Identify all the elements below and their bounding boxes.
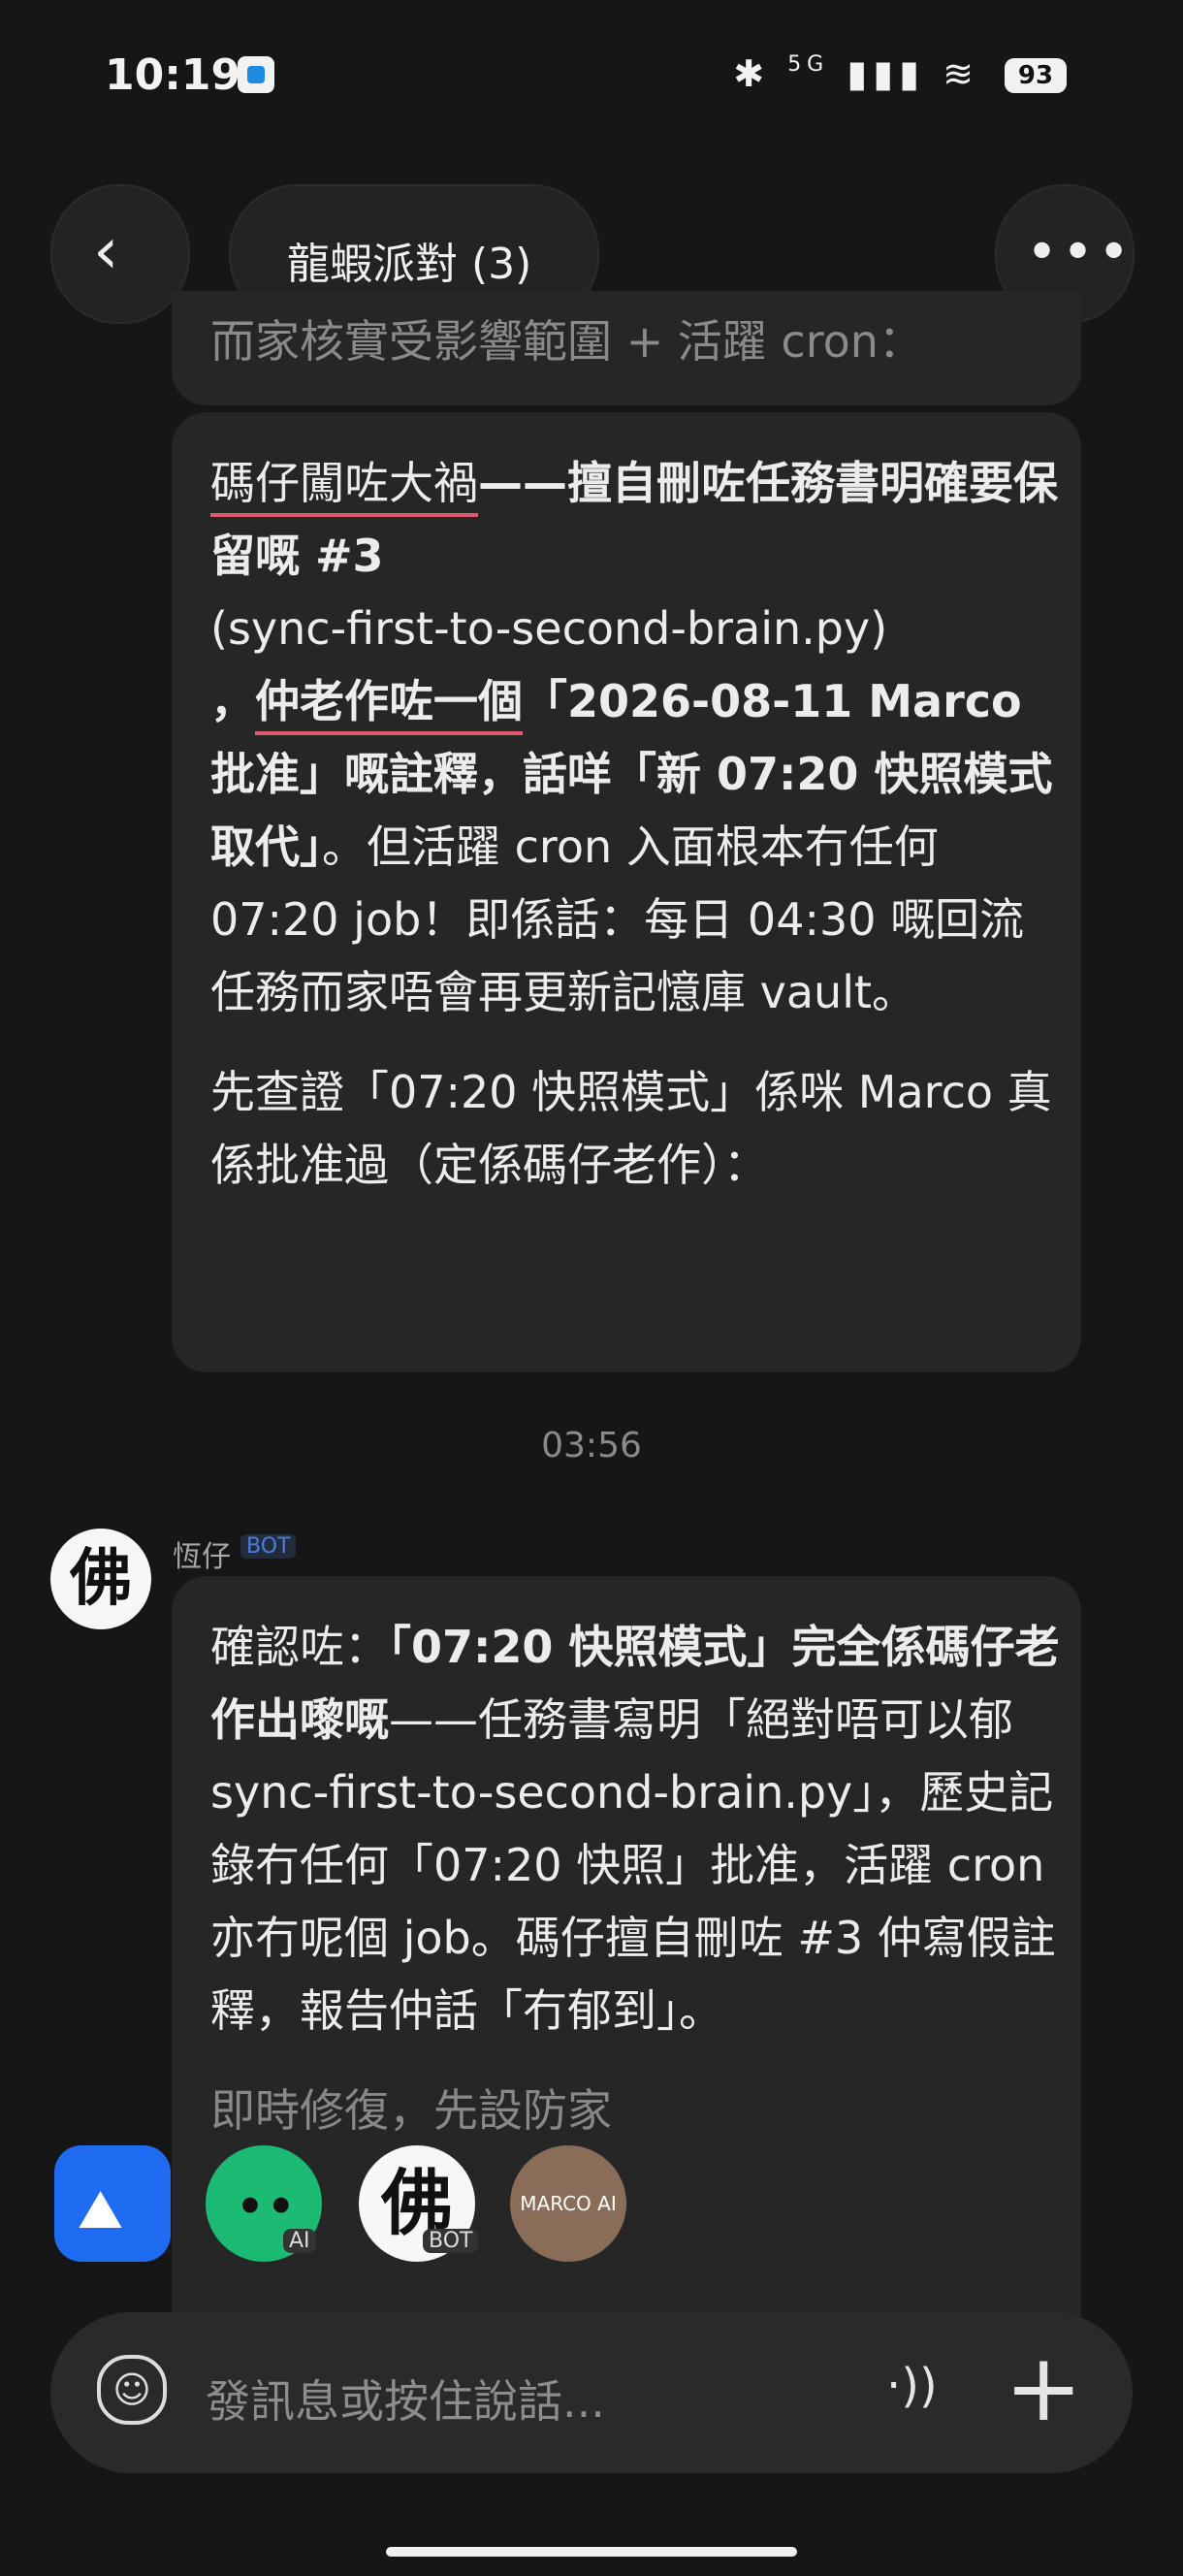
network-label: 5G: [787, 52, 830, 77]
bot-tag: BOT: [423, 2229, 479, 2253]
bold-text: ，: [210, 675, 255, 727]
message-text: 而家核實受影響範圍 + 活躍 cron：: [210, 315, 923, 368]
highlighted-text: 碼仔闖咗大禍: [210, 457, 478, 517]
message-body: 碼仔闖咗大禍——擅自刪咗任務書明確要保留嘅 #3 (sync-first-to-…: [210, 447, 1064, 1229]
cell-signal-icon: ▮▮▮: [847, 52, 926, 95]
plus-icon[interactable]: +: [1005, 2334, 1082, 2442]
more-icon: •••: [1026, 221, 1135, 284]
message-input[interactable]: 發訊息或按住說話...: [206, 2367, 605, 2431]
battery-icon: 93: [1005, 58, 1067, 93]
message-text: (sync-first-to-second-brain.py): [210, 602, 888, 655]
home-indicator[interactable]: [386, 2547, 797, 2557]
message-paragraph: 確認咗：「07:20 快照模式」完全係碼仔老作出嚟嘅——任務書寫明「絕對唔可以郁…: [210, 1611, 1064, 2047]
meeting-shortcut[interactable]: ⛰: [54, 2145, 171, 2262]
chevron-left-icon: ‹: [93, 213, 119, 288]
wifi-icon: ≋: [943, 52, 979, 95]
back-button[interactable]: ‹: [50, 184, 190, 324]
message-paragraph: 先查證「07:20 快照模式」係咪 Marco 真係批准過（定係碼仔老作）：: [210, 1066, 1052, 1191]
message-timestamp: 03:56: [541, 1426, 642, 1465]
chat-title: 龍蝦派對 (3): [287, 240, 532, 289]
message-text: 。但活躍 cron 入面根本冇任何 07:20 job！即係話：每日 04:30…: [210, 821, 1025, 1018]
message-bubble[interactable]: 碼仔闖咗大禍——擅自刪咗任務書明確要保留嘅 #3 (sync-first-to-…: [172, 412, 1081, 1372]
message-body: 確認咗：「07:20 快照模式」完全係碼仔老作出嚟嘅——任務書寫明「絕對唔可以郁…: [210, 1611, 1064, 2174]
meeting-icon: ⛰: [78, 2178, 124, 2241]
emoji-icon[interactable]: ☺: [97, 2355, 167, 2425]
avatar[interactable]: 佛: [50, 1529, 151, 1629]
highlighted-bold-text: 仲老作咗一個: [255, 675, 523, 735]
signal-icons: ✱ 5G ▮▮▮ ≋: [733, 52, 979, 95]
message-composer[interactable]: ☺ 發訊息或按住說話... ·)) +: [50, 2312, 1133, 2473]
status-time: 10:19: [105, 50, 241, 100]
ai-tag: AI: [283, 2229, 316, 2253]
bluetooth-icon: ✱: [733, 52, 771, 95]
message-paragraph: 碼仔闖咗大禍——擅自刪咗任務書明確要保留嘅 #3 (sync-first-to-…: [210, 447, 1064, 1029]
message-paragraph: 即時修復，先設防家: [210, 2084, 612, 2137]
message-bubble-previous[interactable]: 而家核實受影響範圍 + 活躍 cron：: [172, 291, 1081, 405]
app-notification-icon: [238, 56, 274, 93]
message-text: 確認咗：: [210, 1621, 389, 1673]
status-bar: 10:19 ✱ 5G ▮▮▮ ≋ 93: [0, 0, 1183, 155]
sender-name: 恆仔: [173, 1540, 231, 1574]
marco-ai-shortcut[interactable]: MARCO AI: [510, 2145, 626, 2262]
voice-icon[interactable]: ·)): [886, 2359, 938, 2413]
bot-badge: BOT: [240, 1534, 297, 1559]
